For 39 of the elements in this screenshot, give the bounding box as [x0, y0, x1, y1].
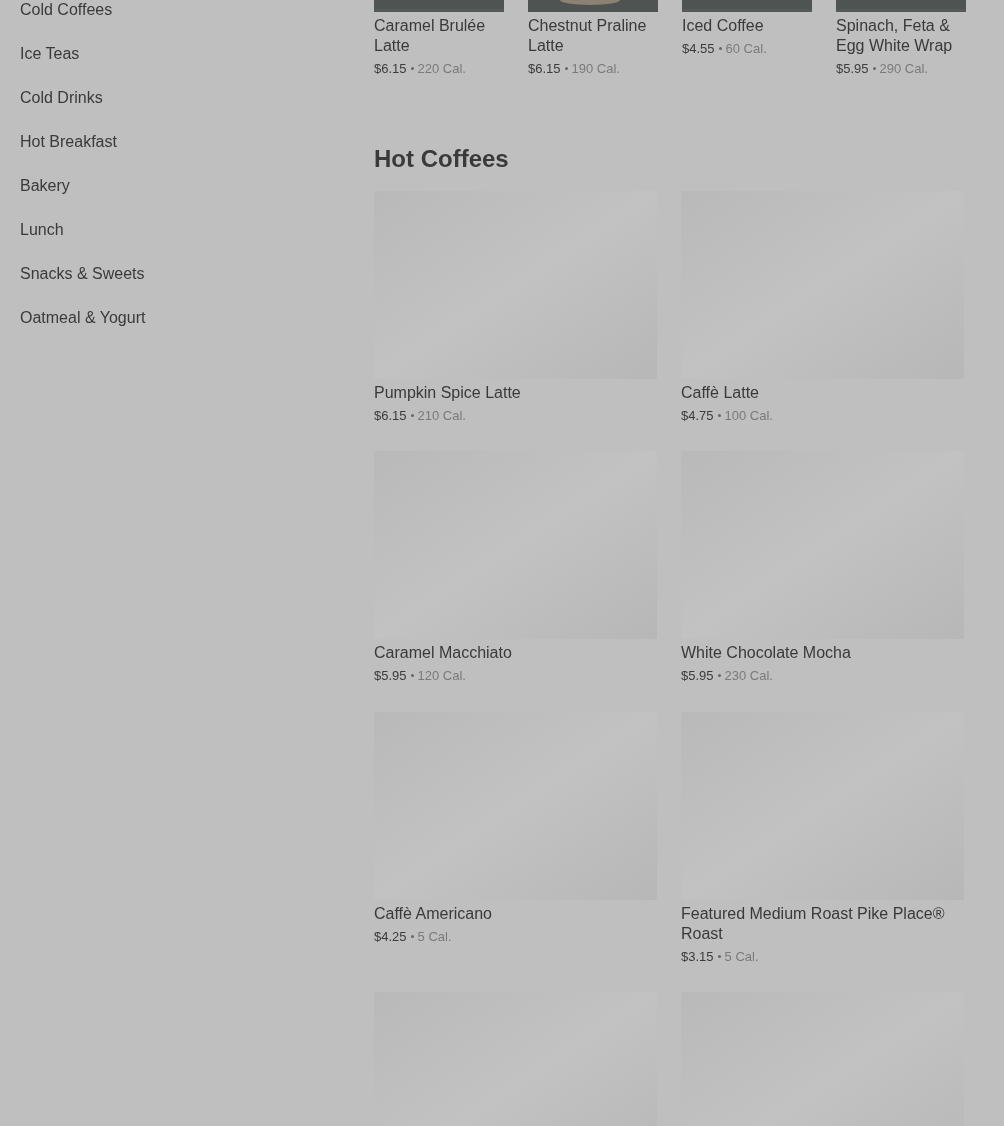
calories: 100 Cal. [724, 406, 773, 425]
category-link[interactable]: Ice Teas [20, 44, 80, 64]
price: $6.15 [374, 60, 407, 78]
calories: 220 Cal. [417, 60, 466, 78]
product-name[interactable]: Caramel Macchiato [374, 643, 657, 663]
product-name[interactable]: White Chocolate Mocha [681, 643, 964, 663]
calories: 5 Cal. [417, 927, 452, 946]
price: $5.95 [836, 60, 869, 78]
category-link[interactable]: Bakery [20, 176, 70, 196]
price: $5.95 [374, 667, 407, 685]
calories: 190 Cal. [571, 60, 620, 78]
category-link[interactable]: Oatmeal & Yogurt [20, 308, 146, 328]
category-link[interactable]: Cold Coffees [20, 0, 113, 20]
price: $6.15 [528, 60, 561, 78]
product-name[interactable]: Caffè Latte [681, 382, 964, 403]
product-name[interactable]: Chestnut Praline Latte [528, 16, 658, 56]
category-link[interactable]: Cold Drinks [20, 88, 103, 108]
price: $5.95 [681, 667, 714, 685]
price: $4.25 [374, 927, 407, 946]
product-name[interactable]: Caffè Americano [374, 903, 657, 924]
price: $4.55 [682, 40, 715, 58]
product-name[interactable]: Caramel Brulée Latte [374, 16, 504, 56]
calories: 5 Cal. [724, 947, 759, 966]
price: $3.15 [681, 947, 714, 966]
calories: 230 Cal. [724, 667, 773, 685]
category-link[interactable]: Lunch [20, 220, 64, 240]
section-heading: Hot Coffees [374, 144, 510, 173]
calories: 120 Cal. [417, 667, 466, 685]
product-name[interactable]: Pumpkin Spice Latte [374, 382, 657, 403]
calories: 210 Cal. [417, 406, 466, 425]
product-name[interactable]: Iced Coffee [682, 16, 812, 36]
category-link[interactable]: Hot Breakfast [20, 132, 117, 152]
calories: 60 Cal. [725, 40, 767, 58]
price: $4.75 [681, 406, 714, 425]
product-name[interactable]: Featured Medium Roast Pike Place® Roast [681, 903, 964, 944]
calories: 290 Cal. [879, 60, 928, 78]
price: $6.15 [374, 406, 407, 425]
product-name[interactable]: Spinach, Feta & Egg White Wrap [836, 16, 966, 56]
category-link[interactable]: Snacks & Sweets [20, 264, 145, 284]
